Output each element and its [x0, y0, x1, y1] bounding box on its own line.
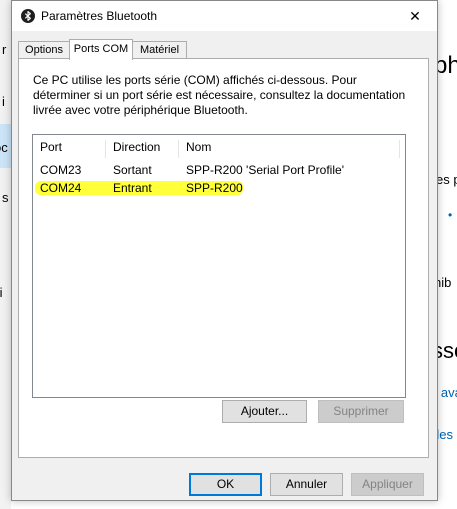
bluetooth-settings-dialog: Paramètres Bluetooth ✕ Options Ports COM…	[11, 0, 438, 501]
remove-button[interactable]: Supprimer	[318, 400, 404, 423]
background-text: oc	[0, 140, 8, 155]
description-text: Ce PC utilise les ports série (COM) affi…	[33, 73, 406, 117]
background-text: s	[2, 190, 9, 205]
background-text: r	[2, 42, 7, 57]
background-text: i	[2, 94, 5, 109]
background-bullet: •	[448, 208, 453, 222]
ports-com-panel: Ce PC utilise les ports série (COM) affi…	[18, 58, 429, 458]
ok-button[interactable]: OK	[189, 473, 262, 496]
cancel-button[interactable]: Annuler	[270, 473, 343, 496]
tab-ports-com[interactable]: Ports COM	[69, 39, 133, 60]
column-header-port[interactable]: Port	[40, 140, 62, 154]
port-cell: COM24	[40, 181, 82, 195]
direction-cell: Sortant	[113, 163, 152, 177]
background-text: es p	[438, 172, 457, 187]
tab-materiel[interactable]: Matériel	[132, 41, 187, 58]
background-link[interactable]: n ava	[438, 385, 457, 400]
background-heading: ssc	[438, 338, 457, 363]
apply-button[interactable]: Appliquer	[351, 473, 424, 496]
column-header-direction[interactable]: Direction	[113, 140, 160, 154]
background-window-left-edge: r i oc s ti	[0, 0, 11, 509]
background-text: nib	[438, 275, 452, 290]
list-row[interactable]: COM24 Entrant SPP-R200	[33, 179, 405, 197]
column-header-nom[interactable]: Nom	[186, 140, 211, 154]
title-bar[interactable]: Paramètres Bluetooth ✕	[12, 1, 437, 31]
background-text: ti	[0, 285, 3, 300]
background-window-right-edge: ph es p • nib ssc n ava des	[438, 0, 457, 509]
add-button[interactable]: Ajouter...	[222, 400, 307, 423]
column-divider[interactable]	[399, 140, 400, 158]
bluetooth-icon	[21, 9, 35, 23]
list-row[interactable]: COM23 Sortant SPP-R200 'Serial Port Prof…	[33, 161, 405, 179]
port-cell: COM23	[40, 163, 82, 177]
column-divider[interactable]	[178, 140, 179, 158]
list-header: Port Direction Nom	[33, 140, 405, 158]
tab-options[interactable]: Options	[18, 41, 70, 58]
dialog-title: Paramètres Bluetooth	[41, 9, 158, 23]
close-button[interactable]: ✕	[393, 1, 437, 31]
background-heading: ph	[438, 52, 457, 79]
com-ports-list[interactable]: Port Direction Nom COM23 Sortant SPP-R20…	[32, 134, 406, 398]
column-divider[interactable]	[105, 140, 106, 158]
name-cell: SPP-R200 'Serial Port Profile'	[186, 163, 344, 177]
name-cell: SPP-R200	[186, 181, 243, 195]
direction-cell: Entrant	[113, 181, 152, 195]
background-link[interactable]: des	[438, 427, 453, 442]
